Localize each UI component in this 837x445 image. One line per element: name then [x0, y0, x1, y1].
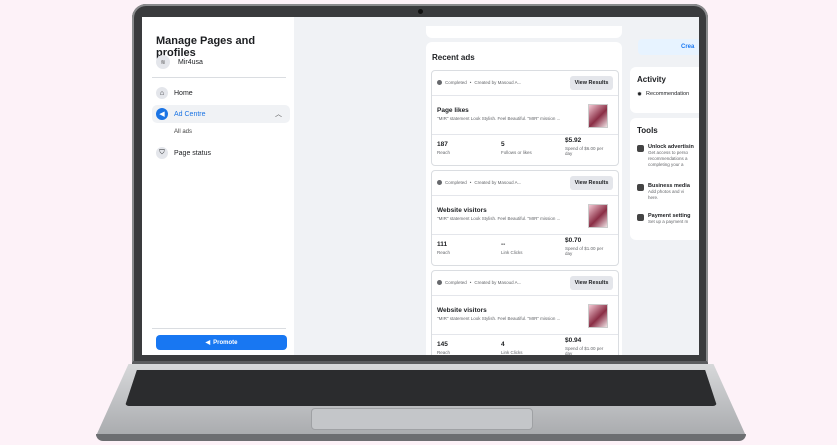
view-results-button[interactable]: View Results	[570, 176, 613, 190]
lock-icon	[637, 145, 644, 152]
ad-title: Website visitors	[437, 207, 487, 214]
sidebar-item-label: Ad Centre	[174, 110, 206, 118]
created-by: Created by Masoud A...	[474, 280, 522, 285]
ad-thumbnail	[588, 104, 608, 128]
gear-icon: ✹	[637, 92, 643, 98]
ad-status: Completed • Created by Masoud A...	[437, 280, 521, 285]
sidebar-item-label: Page status	[174, 149, 211, 157]
media-icon	[637, 184, 644, 191]
metric-results: -- Link Clicks	[501, 241, 523, 255]
create-ad-button[interactable]: Crea	[638, 39, 699, 55]
ad-title: Page likes	[437, 107, 469, 114]
view-results-button[interactable]: View Results	[570, 76, 613, 90]
status-text: Completed	[445, 180, 467, 185]
camera-dot	[418, 9, 423, 14]
status-text: Completed	[445, 280, 467, 285]
metric-spend: $0.70 Spend of $1.00 per day	[565, 237, 604, 256]
metric-results: 5 Follows or likes	[501, 141, 532, 155]
activity-title: Activity	[637, 75, 666, 84]
created-by: Created by Masoud A...	[474, 80, 522, 85]
recent-ads-panel: Recent ads Completed • Created by Masoud…	[426, 42, 622, 355]
ad-thumbnail	[588, 204, 608, 228]
tool-unlock-advertising[interactable]: Unlock advertisin Get access to perso reco…	[637, 144, 694, 168]
sidebar-item-ad-centre[interactable]: ◀ Ad Centre ︿	[152, 105, 290, 123]
divider	[152, 77, 286, 78]
card-above	[426, 26, 622, 38]
ad-status: Completed • Created by Masoud A...	[437, 80, 521, 85]
metric-results: 4 Link Clicks	[501, 341, 523, 355]
tools-title: Tools	[637, 126, 658, 135]
check-icon	[437, 180, 442, 185]
metric-reach: 145 Reach	[437, 341, 451, 355]
recent-ads-title: Recent ads	[432, 53, 475, 62]
ad-description: "MIR" statement Look Stylish. Feel Beaut…	[437, 216, 561, 221]
divider	[432, 234, 618, 235]
metric-spend: $0.94 Spend of $1.00 per day	[565, 337, 604, 355]
megaphone-icon: ◀	[156, 108, 168, 120]
view-results-button[interactable]: View Results	[570, 276, 613, 290]
promote-button[interactable]: ◀ Promote	[156, 335, 287, 350]
laptop-front-edge	[96, 434, 746, 441]
home-icon: ⌂	[156, 87, 168, 99]
ad-description: "MIR" statement Look Stylish. Feel Beaut…	[437, 316, 561, 321]
divider	[432, 95, 618, 96]
sidebar: Manage Pages and profiles ≋ Mir4usa ⌂ Ho…	[142, 17, 294, 355]
check-icon	[437, 80, 442, 85]
activity-card: Activity ✹ Recommendation	[630, 67, 699, 113]
recommendation-item[interactable]: ✹ Recommendation	[637, 91, 689, 98]
ad-thumbnail	[588, 304, 608, 328]
divider	[432, 134, 618, 135]
avatar: ≋	[156, 55, 170, 69]
card-icon	[637, 214, 644, 221]
status-text: Completed	[445, 80, 467, 85]
divider	[152, 328, 286, 329]
metric-reach: 187 Reach	[437, 141, 451, 155]
ad-card: Completed • Created by Masoud A... View …	[431, 70, 619, 166]
metric-spend: $5.92 Spend of $6.00 per day	[565, 137, 604, 156]
metric-reach: 111 Reach	[437, 241, 451, 255]
sidebar-item-label: Home	[174, 89, 193, 97]
tools-card: Tools Unlock advertisin Get access to per…	[630, 118, 699, 240]
sidebar-item-page-status[interactable]: ⛉ Page status	[156, 147, 211, 159]
profile-switcher[interactable]: ≋ Mir4usa	[156, 55, 203, 69]
shield-icon: ⛉	[156, 147, 168, 159]
promote-label: Promote	[213, 339, 238, 346]
keyboard	[125, 370, 717, 406]
ad-status: Completed • Created by Masoud A...	[437, 180, 521, 185]
ad-title: Website visitors	[437, 307, 487, 314]
divider	[432, 195, 618, 196]
sidebar-item-home[interactable]: ⌂ Home	[156, 87, 193, 99]
ad-description: "MIR" statement Look Stylish. Feel Beaut…	[437, 116, 561, 121]
sidebar-subitem-all-ads[interactable]: All ads	[174, 129, 192, 135]
chevron-up-icon[interactable]: ︿	[275, 109, 282, 119]
activity-item-label: Recommendation	[646, 91, 690, 97]
tool-business-media[interactable]: Business media Add photos and vi here.	[637, 183, 690, 201]
divider	[432, 334, 618, 335]
ad-card: Completed • Created by Masoud A... View …	[431, 270, 619, 355]
screen: Manage Pages and profiles ≋ Mir4usa ⌂ Ho…	[142, 17, 699, 355]
megaphone-icon: ◀	[205, 340, 211, 346]
created-by: Created by Masoud A...	[474, 180, 522, 185]
check-icon	[437, 280, 442, 285]
ad-card: Completed • Created by Masoud A... View …	[431, 170, 619, 266]
profile-name: Mir4usa	[178, 58, 203, 66]
tool-payment-settings[interactable]: Payment setting Set up a payment m	[637, 213, 690, 225]
trackpad	[311, 408, 533, 430]
divider	[432, 295, 618, 296]
